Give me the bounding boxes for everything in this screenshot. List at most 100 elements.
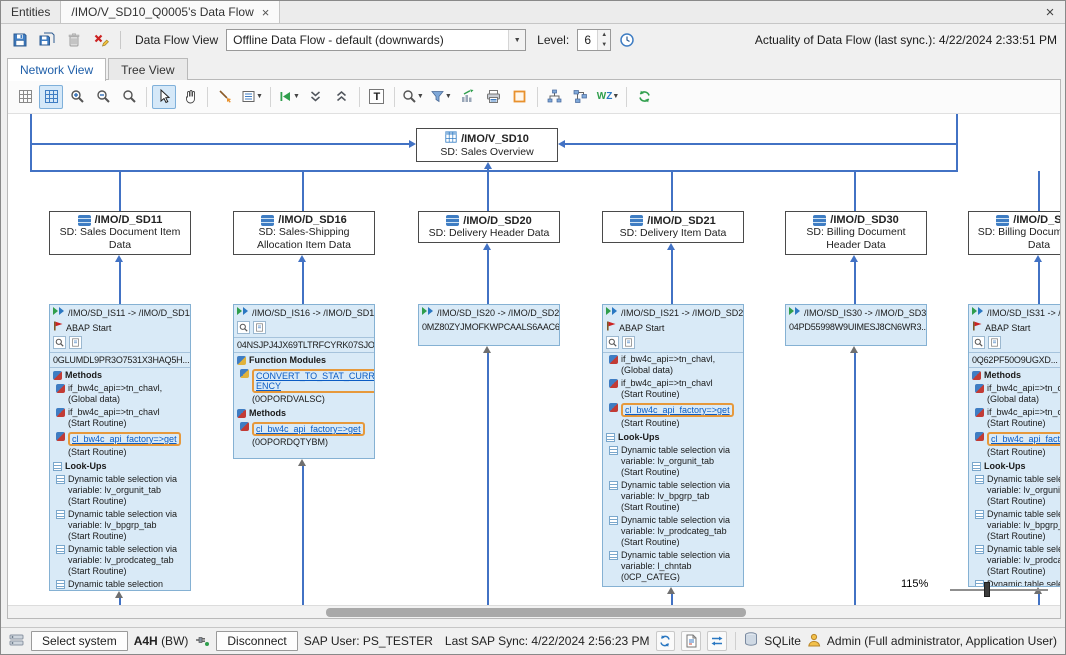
detail-mini-icon[interactable] bbox=[69, 336, 82, 349]
auto-layout-button[interactable] bbox=[213, 85, 237, 109]
horizontal-scrollbar[interactable] bbox=[8, 605, 1060, 618]
save-button[interactable] bbox=[9, 29, 31, 51]
detail-mini-icon[interactable] bbox=[253, 321, 266, 334]
method-link[interactable]: cl_bw4c_api_factory=>get bbox=[625, 405, 730, 415]
zoom-reset-button[interactable] bbox=[117, 85, 141, 109]
transformation-box-is30[interactable]: /IMO/SD_IS30 -> /IMO/D_SD30 04PD55998W9U… bbox=[785, 304, 927, 346]
magnifier-mini-icon[interactable] bbox=[237, 321, 250, 334]
select-cursor-button[interactable] bbox=[152, 85, 176, 109]
lookup-item[interactable]: Dynamic table selection viavariable: lv_… bbox=[603, 444, 743, 479]
transformation-box-is21[interactable]: /IMO/SD_IS21 -> /IMO/D_SD21 ABAP Start i… bbox=[602, 304, 744, 587]
lookup-item[interactable]: Dynamic table selection viavariable: lv_… bbox=[50, 508, 190, 543]
disconnect-button[interactable]: Disconnect bbox=[216, 631, 297, 651]
spinner-up-icon[interactable]: ▲ bbox=[598, 30, 610, 40]
window-close-icon[interactable]: × bbox=[1041, 3, 1059, 21]
snap-grid-button[interactable] bbox=[39, 85, 63, 109]
lookup-icon bbox=[609, 481, 618, 490]
function-module-link[interactable]: CONVERT_TO_STAT_CURR bbox=[256, 371, 375, 381]
transformation-box-is16[interactable]: /IMO/SD_IS16 -> /IMO/D_SD16 04NSJPJ4JX69… bbox=[233, 304, 375, 459]
refresh-button[interactable] bbox=[632, 85, 656, 109]
discard-changes-button[interactable] bbox=[90, 29, 112, 51]
function-module-link[interactable]: ENCY bbox=[256, 381, 375, 391]
delete-button[interactable] bbox=[63, 29, 85, 51]
detail-mini-icon[interactable] bbox=[988, 336, 1001, 349]
target-node-v-sd10[interactable]: /IMO/V_SD10 SD: Sales Overview bbox=[416, 128, 558, 162]
lookup-item[interactable]: Dynamic table selection bbox=[50, 578, 190, 591]
network-layout-button[interactable] bbox=[569, 85, 593, 109]
method-item-highlighted[interactable]: cl_bw4c_api_factory=>get(Start Routine) bbox=[603, 401, 743, 430]
tab-network-view[interactable]: Network View bbox=[7, 58, 106, 81]
zoom-out-button[interactable] bbox=[91, 85, 115, 109]
method-item-highlighted[interactable]: cl_bw4c_api_factory=>get(Start Routine) bbox=[50, 430, 190, 459]
infoobject-item[interactable]: IOBJ 0MATERIAL - Material bbox=[603, 584, 743, 587]
entity-node-d-sd16[interactable]: /IMO/D_SD16 SD: Sales-Shipping Allocatio… bbox=[233, 211, 375, 255]
zoom-in-button[interactable] bbox=[65, 85, 89, 109]
zoom-slider-thumb[interactable] bbox=[984, 582, 990, 597]
magnifier-mini-icon[interactable] bbox=[606, 336, 619, 349]
tab-entities[interactable]: Entities bbox=[1, 1, 61, 23]
text-tool-button[interactable]: T bbox=[365, 85, 389, 109]
method-item[interactable]: if_bw4c_api=>tn_chavl(Start Routine) bbox=[603, 377, 743, 401]
lookup-item[interactable]: Dynamic table selection viavariable: lv_… bbox=[969, 508, 1060, 543]
method-item[interactable]: if_bw4c_api=>tn_chavl(Start Routine) bbox=[50, 406, 190, 430]
method-item-highlighted[interactable]: cl_bw4c_api_factory=>get(Start Routine) bbox=[969, 430, 1060, 459]
layer-list-button[interactable]: ▼ bbox=[239, 85, 265, 109]
method-link[interactable]: cl_bw4c_api_factory=>get bbox=[256, 424, 361, 434]
hierarchy-view-button[interactable] bbox=[543, 85, 567, 109]
transformation-box-is20[interactable]: /IMO/SD_IS20 -> /IMO/D_SD20 0MZ80ZYJMOFK… bbox=[418, 304, 560, 346]
method-item[interactable]: if_bw4c_api=>tn_chavl,(Global data) bbox=[50, 382, 190, 406]
detail-mini-icon[interactable] bbox=[622, 336, 635, 349]
lookup-item[interactable]: Dynamic table selection viavariable: lv_… bbox=[969, 543, 1060, 578]
pan-hand-button[interactable] bbox=[178, 85, 202, 109]
expand-all-button[interactable] bbox=[330, 85, 354, 109]
lookup-item[interactable]: Dynamic table selection viavariable: l_c… bbox=[603, 549, 743, 584]
sync-refresh-button[interactable] bbox=[656, 631, 676, 651]
transfer-settings-button[interactable] bbox=[707, 631, 727, 651]
entity-node-d-sd21[interactable]: /IMO/D_SD21 SD: Delivery Item Data bbox=[602, 211, 744, 243]
method-item[interactable]: if_bw4c_api=>tn_chavl(Start Routine) bbox=[969, 406, 1060, 430]
export-chart-button[interactable] bbox=[456, 85, 480, 109]
magnifier-mini-icon[interactable] bbox=[972, 336, 985, 349]
entity-node-d-sd20[interactable]: /IMO/D_SD20 SD: Delivery Header Data bbox=[418, 211, 560, 243]
history-clock-button[interactable] bbox=[616, 29, 638, 51]
tab-close-icon[interactable]: × bbox=[262, 6, 270, 19]
search-button[interactable]: ▼ bbox=[400, 85, 426, 109]
lookup-item[interactable]: Dynamic table selection viavariable: lv_… bbox=[50, 543, 190, 578]
transformation-box-is31[interactable]: /IMO/SD_IS31 -> /IMO/D_SD31 ABAP Start 0… bbox=[968, 304, 1060, 587]
magnifier-mini-icon[interactable] bbox=[53, 336, 66, 349]
dropdown-arrow-icon[interactable]: ▼ bbox=[508, 30, 525, 50]
lookup-item[interactable]: Dynamic table selection viavariable: lv_… bbox=[603, 514, 743, 549]
collapse-all-button[interactable] bbox=[304, 85, 328, 109]
level-spinner[interactable]: 6 ▲▼ bbox=[577, 29, 611, 51]
entity-node-d-sd11[interactable]: /IMO/D_SD11 SD: Sales Document Item Data bbox=[49, 211, 191, 255]
lookup-item[interactable]: Dynamic table selection viavariable: lv_… bbox=[969, 473, 1060, 508]
transformation-box-is11[interactable]: /IMO/SD_IS11 -> /IMO/D_SD11 ABAP Start 0… bbox=[49, 304, 191, 591]
method-link[interactable]: cl_bw4c_api_factory=>get bbox=[991, 434, 1060, 444]
tab-tree-view[interactable]: Tree View bbox=[108, 58, 187, 80]
entity-node-d-sd30[interactable]: /IMO/D_SD30 SD: Billing Document Header … bbox=[785, 211, 927, 255]
print-button[interactable] bbox=[482, 85, 506, 109]
method-item[interactable]: if_bw4c_api=>tn_chavl,(Global data) bbox=[969, 382, 1060, 406]
grid-button[interactable] bbox=[13, 85, 37, 109]
method-link[interactable]: cl_bw4c_api_factory=>get bbox=[72, 434, 177, 444]
zoom-slider-track[interactable] bbox=[950, 589, 1048, 591]
function-module-item-highlighted[interactable]: CONVERT_TO_STAT_CURRENCY(0OPORDVALSC) bbox=[234, 367, 374, 406]
tab-dataflow[interactable]: /IMO/V_SD10_Q0005's Data Flow × bbox=[61, 1, 280, 23]
entity-node-d-sd31[interactable]: /IMO/D_SD31 SD: Billing Document Item Da… bbox=[968, 211, 1060, 255]
method-item-highlighted[interactable]: cl_bw4c_api_factory=>get(0OPORDQTYBM) bbox=[234, 420, 374, 449]
dataflow-view-select[interactable]: Offline Data Flow - default (downwards) … bbox=[226, 29, 526, 51]
navigate-button[interactable]: ▼ bbox=[276, 85, 302, 109]
dataflow-canvas[interactable]: /IMO/V_SD10 SD: Sales Overview /IMO/D_SD… bbox=[8, 114, 1060, 618]
wz-tool-button[interactable]: WZ▼ bbox=[595, 85, 622, 109]
highlight-button[interactable] bbox=[508, 85, 532, 109]
select-system-button[interactable]: Select system bbox=[31, 631, 128, 651]
save-all-button[interactable] bbox=[36, 29, 58, 51]
lookup-item[interactable]: Dynamic table selection bbox=[969, 578, 1060, 587]
lookup-item[interactable]: Dynamic table selection viavariable: lv_… bbox=[603, 479, 743, 514]
spinner-down-icon[interactable]: ▼ bbox=[598, 40, 610, 50]
filter-button[interactable]: ▼ bbox=[428, 85, 454, 109]
lookup-item[interactable]: Dynamic table selection viavariable: lv_… bbox=[50, 473, 190, 508]
method-item[interactable]: if_bw4c_api=>tn_chavl,(Global data) bbox=[603, 353, 743, 377]
sync-log-button[interactable] bbox=[681, 631, 701, 651]
scrollbar-thumb[interactable] bbox=[326, 608, 746, 617]
